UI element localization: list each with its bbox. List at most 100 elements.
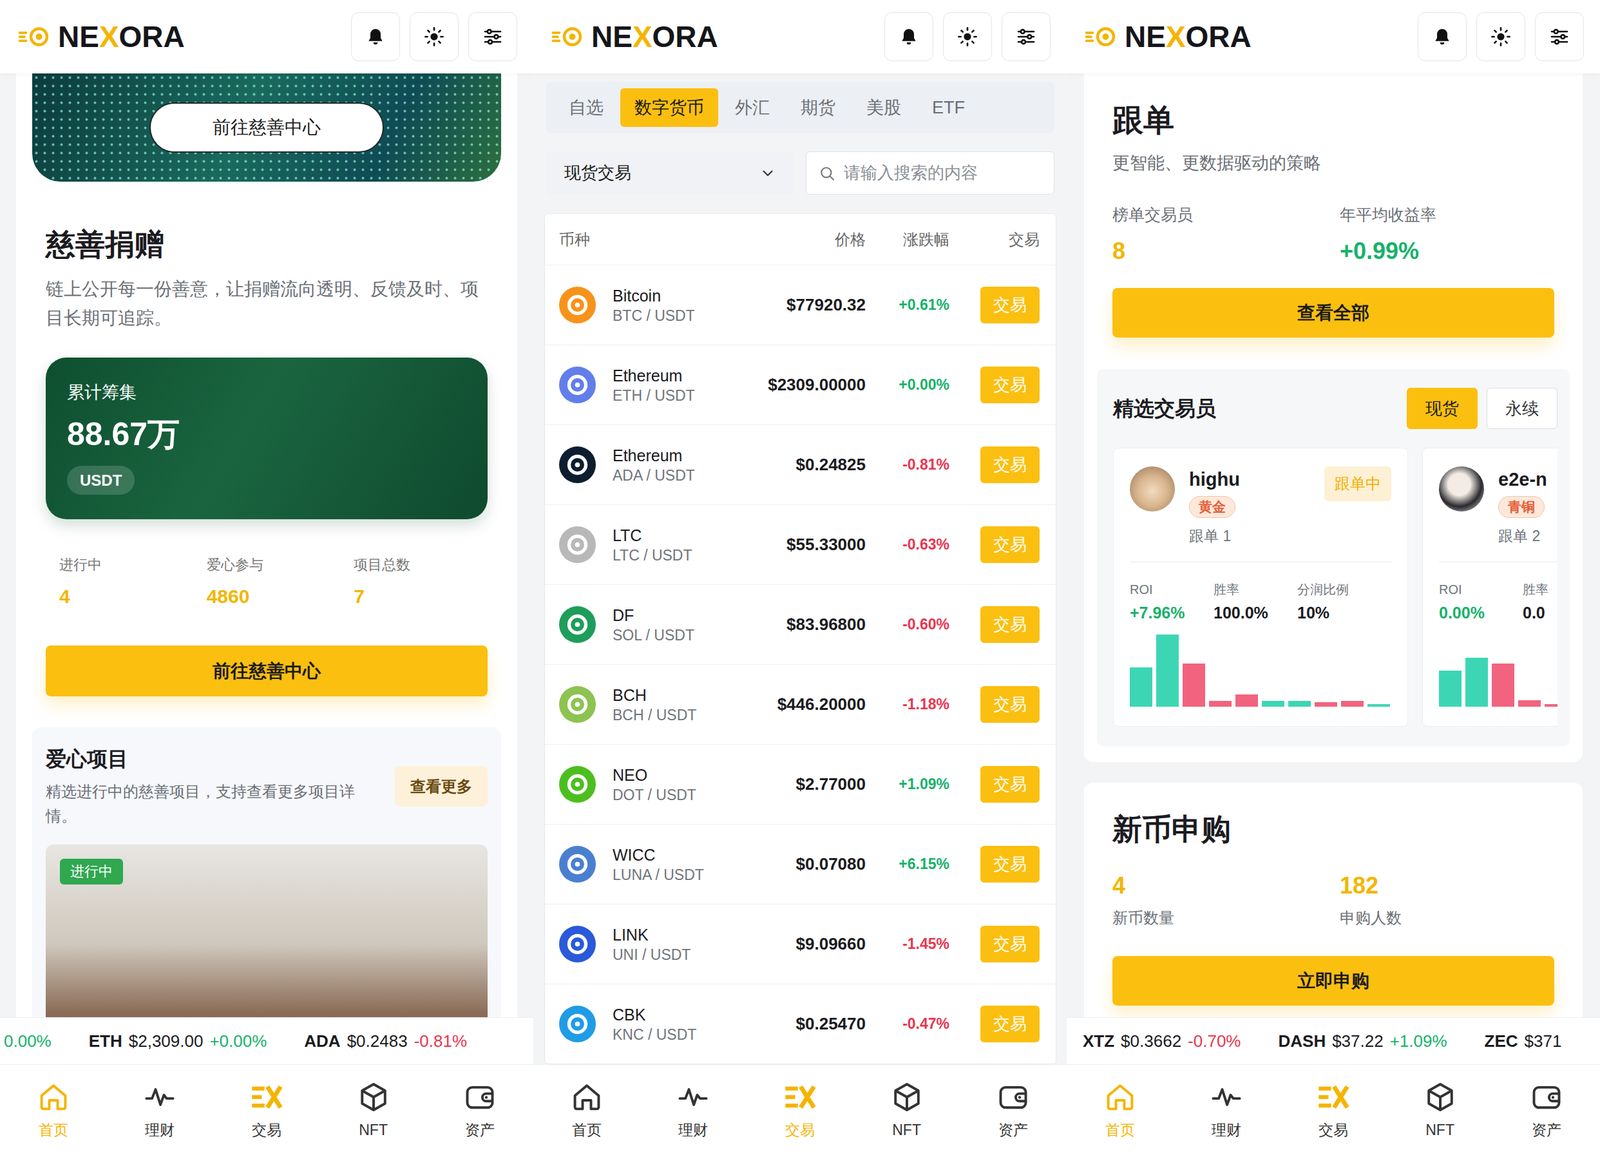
nav-label: NFT — [358, 1118, 388, 1142]
column-label: 涨跌幅 — [903, 230, 950, 248]
copy-stats: 榜单交易员8年平均收益率+0.99% — [1112, 204, 1555, 266]
stat-label: 新币数量 — [1112, 908, 1340, 928]
notifications-button[interactable] — [884, 12, 934, 62]
nav-item[interactable]: 首页 — [1066, 1064, 1174, 1157]
coin-name: Bitcoin — [612, 285, 696, 306]
table-row[interactable]: BCHBCH / USDT$446.20000-1.18%交易 — [544, 664, 1056, 744]
search-input[interactable] — [843, 160, 1043, 186]
theme-button[interactable] — [409, 12, 459, 62]
nav-item[interactable]: 理财 — [1173, 1064, 1281, 1157]
coin-change: +1.09% — [898, 775, 950, 793]
nav-item[interactable]: 交易 — [746, 1064, 854, 1157]
ticker-item[interactable]: ZEC$371 — [1484, 1028, 1562, 1054]
coin-text: NEODOT / USDT — [612, 765, 697, 804]
table-row[interactable]: LINKUNI / USDT$9.09660-1.45%交易 — [544, 903, 1056, 984]
charity-center-button[interactable]: 前往慈善中心 — [45, 645, 488, 697]
nav-item[interactable]: NFT — [320, 1064, 428, 1157]
trader-cards: highu黄金跟单 1跟单中ROI+7.96%胜率100.0%分润比例10%e2… — [1113, 447, 1558, 727]
trader-summary: e2e-n青铜跟单 2 — [1438, 466, 1558, 563]
nav-item[interactable]: NFT — [1386, 1064, 1494, 1157]
trade-button[interactable]: 交易 — [980, 1005, 1040, 1043]
trade-button[interactable]: 交易 — [980, 765, 1040, 803]
notifications-button[interactable] — [1417, 12, 1467, 62]
wallet-icon — [996, 1080, 1030, 1114]
logo-letters: ORA — [1185, 19, 1252, 54]
subscribe-button[interactable]: 立即申购 — [1112, 955, 1555, 1006]
market-tab[interactable]: 外汇 — [720, 88, 784, 127]
trade-button[interactable]: 交易 — [980, 845, 1040, 883]
market-select[interactable]: 现货交易 — [546, 151, 793, 195]
table-row[interactable]: NEODOT / USDT$2.77000+1.09%交易 — [544, 743, 1056, 824]
trade-button[interactable]: 交易 — [980, 526, 1040, 563]
nav-item[interactable]: 首页 — [0, 1064, 107, 1157]
table-row[interactable]: EthereumETH / USDT$2309.00000+0.00%交易 — [544, 344, 1056, 425]
ticker-item[interactable]: ADA$0.2483-0.81% — [304, 1028, 467, 1054]
ticker-item[interactable]: XTZ$0.3662-0.70% — [1082, 1028, 1241, 1054]
action-cell: 交易 — [975, 606, 1040, 643]
bell-icon — [898, 26, 920, 48]
market-tab[interactable]: 自选 — [554, 88, 618, 127]
nav-label: 交易 — [251, 1118, 282, 1142]
trade-button[interactable]: 交易 — [980, 606, 1040, 643]
market-tab[interactable]: ETF — [917, 88, 980, 127]
nav-item[interactable]: 交易 — [213, 1064, 321, 1157]
project-card[interactable]: 进行中 — [45, 844, 488, 1018]
brand-logo[interactable]: NEXORA — [551, 21, 719, 52]
theme-button[interactable] — [942, 12, 992, 62]
more-button[interactable]: 查看更多 — [394, 765, 488, 807]
settings-button[interactable] — [468, 12, 518, 62]
column-label: 交易 — [1008, 228, 1040, 252]
trade-button[interactable]: 交易 — [980, 446, 1040, 484]
table-row[interactable]: DFSOL / USDT$83.96800-0.60%交易 — [544, 584, 1056, 665]
trader-card[interactable]: highu黄金跟单 1跟单中ROI+7.96%胜率100.0%分润比例10% — [1113, 447, 1409, 727]
coin-icon — [559, 526, 596, 563]
cube-icon — [1423, 1080, 1458, 1114]
ticker-price: $37.22 — [1332, 1028, 1384, 1054]
charity-panel: 前往慈善中心慈善捐赠链上公开每一份善意，让捐赠流向透明、反馈及时、项目长期可追踪… — [16, 73, 518, 1018]
nav-item[interactable]: 首页 — [533, 1064, 641, 1157]
nav-item[interactable]: 资产 — [1493, 1064, 1600, 1157]
home-icon — [570, 1080, 604, 1114]
theme-button[interactable] — [1476, 12, 1526, 62]
exchange-icon — [783, 1080, 817, 1114]
coin-icon — [559, 845, 596, 883]
trade-button[interactable]: 交易 — [980, 366, 1040, 404]
market-tab[interactable]: 美股 — [852, 88, 916, 127]
market-tab[interactable]: 数字货币 — [620, 88, 719, 127]
table-row[interactable]: LTCLTC / USDT$55.33000-0.63%交易 — [544, 504, 1056, 585]
banner-button[interactable]: 前往慈善中心 — [149, 102, 384, 153]
coin-price: $2309.00000 — [723, 372, 866, 398]
view-all-button[interactable]: 查看全部 — [1112, 287, 1555, 338]
nav-item[interactable]: 理财 — [640, 1064, 748, 1157]
coin-icon — [559, 1005, 596, 1043]
settings-button[interactable] — [1001, 12, 1051, 62]
trader-card[interactable]: e2e-n青铜跟单 2ROI0.00%胜率0.0 — [1422, 447, 1558, 727]
table-row[interactable]: WICCLUNA / USDT$0.07080+6.15%交易 — [544, 823, 1056, 904]
bell-icon — [1431, 26, 1453, 48]
ticker-item[interactable]: 0.00% — [3, 1028, 52, 1054]
market-tab[interactable]: 期货 — [786, 88, 850, 127]
nav-item[interactable]: 资产 — [959, 1064, 1067, 1157]
trade-button[interactable]: 交易 — [980, 685, 1040, 723]
trade-button[interactable]: 交易 — [980, 286, 1040, 324]
table-row[interactable]: EthereumADA / USDT$0.24825-0.81%交易 — [544, 424, 1056, 505]
table-row[interactable]: CBKKNC / USDT$0.25470-0.47%交易 — [544, 983, 1056, 1064]
nav-item[interactable]: 资产 — [426, 1064, 534, 1157]
notifications-button[interactable] — [351, 12, 400, 62]
column-header: 涨跌幅 — [865, 228, 976, 252]
trader-info: highu黄金跟单 1 — [1189, 466, 1311, 545]
nav-item[interactable]: NFT — [853, 1064, 961, 1157]
chevron-down-icon — [759, 164, 777, 182]
trader-filter[interactable]: 现货 — [1406, 387, 1478, 429]
coin-name: Ethereum — [612, 365, 696, 386]
settings-button[interactable] — [1534, 12, 1584, 62]
trade-button[interactable]: 交易 — [980, 925, 1040, 963]
ticker-item[interactable]: DASH$37.22+1.09% — [1277, 1028, 1447, 1054]
brand-logo[interactable]: NEXORA — [18, 21, 185, 52]
nav-item[interactable]: 交易 — [1279, 1064, 1387, 1157]
ticker-item[interactable]: ETH$2,309.00+0.00% — [88, 1028, 268, 1054]
nav-item[interactable]: 理财 — [106, 1064, 214, 1157]
trader-filter[interactable]: 永续 — [1486, 387, 1558, 429]
table-row[interactable]: BitcoinBTC / USDT$77920.32+0.61%交易 — [544, 264, 1056, 345]
brand-logo[interactable]: NEXORA — [1084, 21, 1252, 52]
